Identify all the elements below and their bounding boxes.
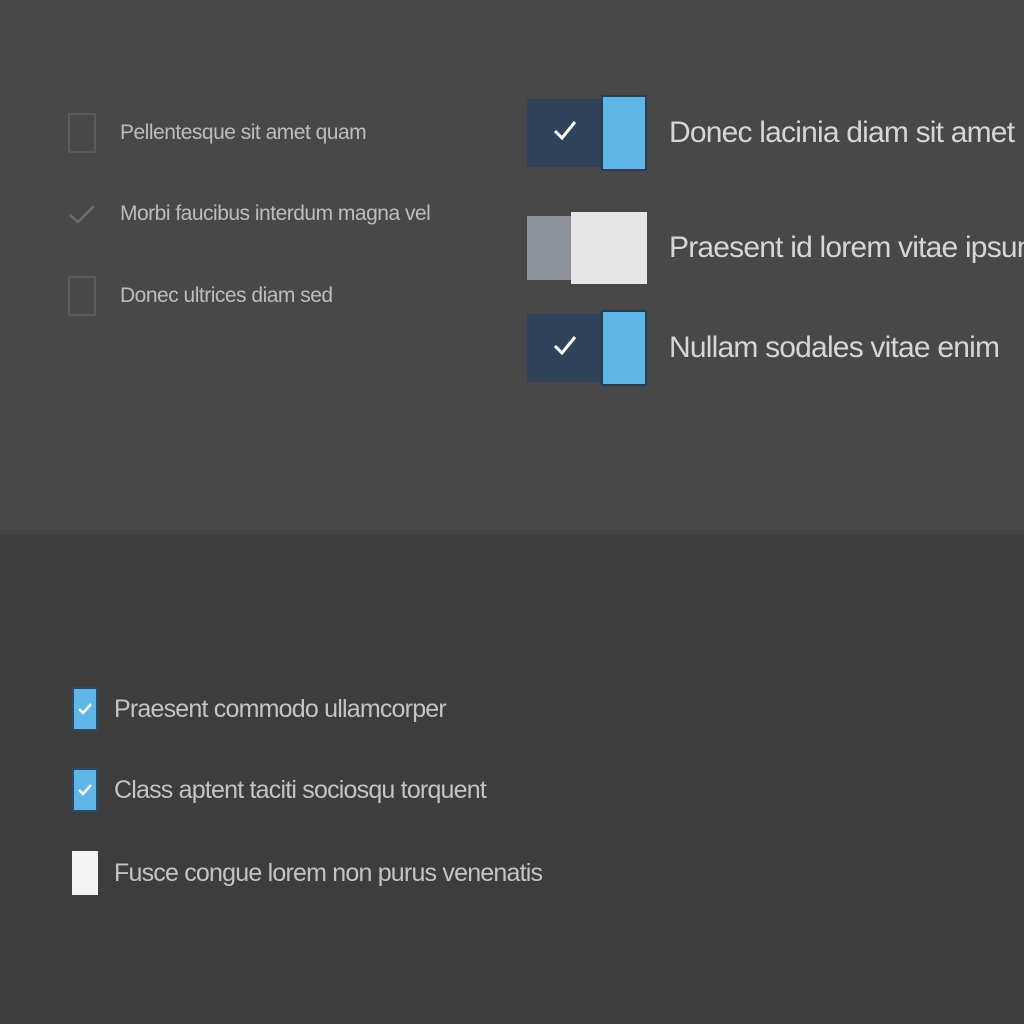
check-icon [553, 334, 577, 361]
filled-checkbox-item-1[interactable]: Praesent commodo ullamcorper [72, 687, 447, 731]
checkbox-label: Fusce congue lorem non purus venenatis [114, 858, 543, 887]
toggle-knob [601, 95, 647, 171]
check-icon [78, 703, 92, 715]
outline-checkbox-item-1[interactable]: Pellentesque sit amet quam [68, 113, 367, 153]
check-icon [553, 119, 577, 146]
checkbox-label: Morbi faucibus interdum magna vel [120, 202, 431, 225]
toggle-item-2[interactable]: Praesent id lorem vitae ipsum [527, 210, 1024, 286]
checkbox-unchecked[interactable] [72, 851, 98, 895]
checkbox-unchecked[interactable] [68, 276, 96, 316]
toggle-label: Praesent id lorem vitae ipsum [669, 231, 1024, 264]
toggle-item-1[interactable]: Donec lacinia diam sit amet [527, 95, 1015, 171]
toggle-switch-on[interactable] [527, 310, 647, 386]
toggle-switch-on[interactable] [527, 95, 647, 171]
check-icon [78, 784, 92, 796]
check-icon[interactable] [68, 194, 96, 234]
checkbox-label: Pellentesque sit amet quam [120, 121, 367, 144]
filled-checkbox-item-3[interactable]: Fusce congue lorem non purus venenatis [72, 851, 543, 895]
toggle-item-3[interactable]: Nullam sodales vitae enim [527, 310, 1000, 386]
toggle-switch-off[interactable] [527, 210, 647, 286]
outline-checkbox-item-2[interactable]: Morbi faucibus interdum magna vel [68, 194, 431, 234]
checkbox-unchecked[interactable] [68, 113, 96, 153]
outline-checkbox-item-3[interactable]: Donec ultrices diam sed [68, 276, 333, 316]
toggle-label: Donec lacinia diam sit amet [669, 116, 1015, 149]
filled-checkbox-item-2[interactable]: Class aptent taciti sociosqu torquent [72, 768, 487, 812]
checkbox-label: Class aptent taciti sociosqu torquent [114, 775, 487, 804]
checkbox-checked[interactable] [72, 687, 98, 731]
toggle-knob [571, 212, 647, 284]
toggle-knob [601, 310, 647, 386]
checkbox-checked[interactable] [72, 768, 98, 812]
checkbox-label: Donec ultrices diam sed [120, 284, 333, 307]
checkbox-label: Praesent commodo ullamcorper [114, 694, 447, 723]
toggle-label: Nullam sodales vitae enim [669, 331, 1000, 364]
